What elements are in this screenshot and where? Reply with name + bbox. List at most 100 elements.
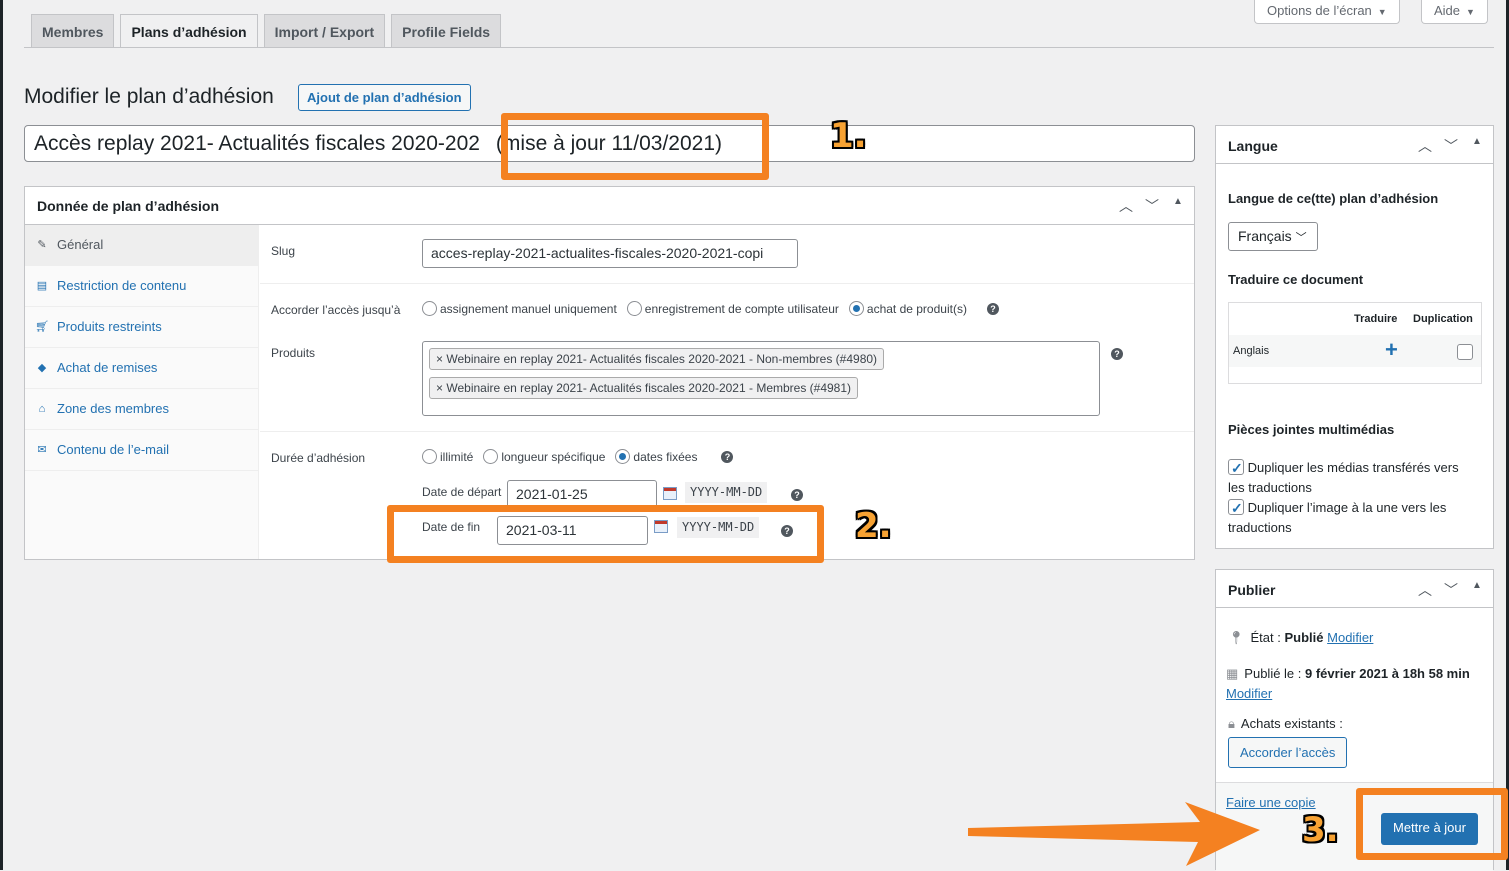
side-tab-restricted-products[interactable]: 🛒︎ Produits restreints — [25, 307, 258, 348]
media-option-label: Dupliquer l’image à la une vers les trad… — [1228, 500, 1447, 535]
screen-options-button[interactable]: Options de l’écran ▼ — [1254, 0, 1400, 24]
side-tab-content-restriction[interactable]: ▤ Restriction de contenu — [25, 266, 258, 307]
plan-data-metabox: Donnée de plan d’adhésion ︿ ﹀ ▲ ✎ Général… — [24, 186, 1195, 560]
slug-input[interactable]: acces-replay-2021-actualites-fiscales-20… — [422, 239, 798, 268]
highlight-box-3 — [1356, 788, 1508, 860]
radio-button[interactable] — [422, 449, 437, 464]
radio-button[interactable] — [422, 301, 437, 316]
purchases-label: Achats existants : — [1240, 716, 1343, 731]
media-option-label: Dupliquer les médias transférés vers les… — [1228, 460, 1459, 495]
status-line: 📍︎ État : Publié Modifier — [1228, 630, 1373, 646]
publish-header: Publier ︿ ﹀ ▲ — [1216, 570, 1493, 608]
published-label: Publié le : — [1244, 666, 1302, 681]
language-select[interactable]: Français ﹀ — [1228, 222, 1318, 251]
start-date-input[interactable]: 2021-01-25 — [507, 480, 657, 508]
toggle-triangle-icon[interactable]: ▲ — [1170, 196, 1186, 216]
edit-status-link[interactable]: Modifier — [1327, 630, 1373, 645]
translation-row: Anglais + — [1229, 335, 1481, 367]
radio-label: achat de produit(s) — [866, 301, 967, 316]
chevron-down-icon[interactable]: ﹀ — [1144, 196, 1160, 216]
chevron-up-icon[interactable]: ︿ — [1417, 580, 1433, 600]
media-option-2[interactable]: Dupliquer l’image à la une vers les trad… — [1228, 498, 1478, 538]
remove-icon[interactable]: × — [436, 381, 443, 395]
checkbox[interactable] — [1228, 498, 1244, 518]
help-icon[interactable]: ? — [1111, 348, 1123, 360]
radio-button[interactable] — [848, 301, 864, 316]
help-icon[interactable]: ? — [721, 450, 734, 463]
checkbox[interactable] — [1228, 458, 1244, 478]
chevron-up-icon[interactable]: ︿ — [1118, 196, 1134, 216]
title-part-1: Accès replay 2021- Actualités fiscales 2… — [34, 132, 480, 155]
radio-label: assignement manuel uniquement — [440, 301, 617, 316]
chevron-down-icon: ﹀ — [1295, 232, 1307, 244]
pin-icon: 📍︎ — [1228, 630, 1245, 645]
calendar-icon: ▦ — [1226, 666, 1239, 681]
publish-title: Publier — [1228, 582, 1276, 598]
help-icon[interactable]: ? — [791, 489, 803, 501]
screen-options-label: Options de l’écran — [1267, 3, 1372, 18]
highlight-box-1 — [501, 113, 769, 180]
language-field-label: Langue de ce(tte) plan d’adhésion — [1228, 191, 1439, 206]
access-option-registration[interactable]: enregistrement de compte utilisateur — [626, 301, 839, 316]
edit-date-link[interactable]: Modifier — [1226, 686, 1272, 701]
status-label: État : — [1250, 630, 1281, 645]
access-option-purchase[interactable]: achat de produit(s) — [848, 301, 967, 316]
highlight-box-2 — [387, 505, 824, 563]
radio-button[interactable] — [626, 301, 642, 316]
add-translation-icon[interactable]: + — [1385, 337, 1398, 363]
toggle-triangle-icon[interactable]: ▲ — [1469, 136, 1485, 156]
date-format-hint: YYYY-MM-DD — [685, 482, 768, 503]
products-select[interactable]: × Webinaire en replay 2021- Actualités f… — [422, 341, 1100, 416]
duration-option-unlimited[interactable]: illimité — [422, 449, 473, 464]
remove-icon[interactable]: × — [436, 352, 443, 366]
side-tab-discounts[interactable]: ◆ Achat de remises — [25, 348, 258, 389]
media-heading: Pièces jointes multimédias — [1228, 422, 1395, 437]
annotation-2: 2. — [855, 506, 892, 546]
duplicate-checkbox[interactable] — [1457, 344, 1473, 360]
grant-access-button[interactable]: Accorder l’accès — [1228, 737, 1348, 768]
access-option-manual[interactable]: assignement manuel uniquement — [422, 301, 617, 316]
side-tab-label: Contenu de l’e-mail — [57, 442, 170, 457]
duration-option-length[interactable]: longueur spécifique — [483, 449, 605, 464]
help-icon[interactable]: ? — [986, 302, 999, 315]
language-header: Langue ︿ ﹀ ▲ — [1216, 126, 1493, 164]
tab-import-export[interactable]: Import / Export — [263, 14, 386, 48]
radio-label: dates fixées — [633, 449, 698, 464]
published-line: ▦ Publié le : 9 février 2021 à 18h 58 min… — [1226, 664, 1488, 704]
cart-icon: 🛒︎ — [35, 321, 49, 333]
calendar-icon[interactable] — [663, 487, 677, 500]
side-tab-email-content[interactable]: ✉ Contenu de l’e-mail — [25, 430, 258, 471]
tag-icon: ◆ — [37, 362, 47, 374]
access-row: Accorder l’accès jusqu’à assignement man… — [260, 284, 1194, 432]
annotation-3: 3. — [1302, 810, 1339, 850]
chevron-up-icon[interactable]: ︿ — [1417, 136, 1433, 156]
chevron-down-icon[interactable]: ﹀ — [1443, 580, 1459, 600]
language-select-value: Français — [1238, 228, 1292, 244]
side-tab-label: Achat de remises — [57, 360, 158, 375]
help-label: Aide — [1434, 3, 1461, 18]
toggle-triangle-icon[interactable]: ▲ — [1469, 580, 1485, 600]
product-chip-label: Webinaire en replay 2021- Actualités fis… — [446, 352, 878, 366]
duration-option-fixed[interactable]: dates fixées — [615, 449, 697, 464]
lock-icon: 🔒︎ — [1228, 716, 1235, 731]
add-plan-button[interactable]: Ajout de plan d’adhésion — [298, 84, 471, 111]
tabs-divider — [24, 47, 1494, 48]
tab-profile-fields[interactable]: Profile Fields — [391, 14, 502, 48]
media-option-1[interactable]: Dupliquer les médias transférés vers les… — [1228, 458, 1478, 498]
translation-language: Anglais — [1233, 345, 1270, 357]
metabox-header: Donnée de plan d’adhésion ︿ ﹀ ▲ — [25, 187, 1194, 225]
side-tab-members-area[interactable]: ⌂ Zone des membres — [25, 389, 258, 430]
tab-membres[interactable]: Membres — [31, 14, 115, 48]
help-button[interactable]: Aide ▼ — [1421, 0, 1488, 24]
page-title: Modifier le plan d’adhésion — [24, 85, 274, 108]
slug-row: Slug acces-replay-2021-actualites-fiscal… — [260, 225, 1194, 284]
radio-button[interactable] — [615, 449, 631, 464]
products-label: Produits — [271, 346, 316, 360]
tab-plans[interactable]: Plans d’adhésion — [120, 14, 258, 48]
chevron-down-icon[interactable]: ﹀ — [1443, 136, 1459, 156]
radio-button[interactable] — [483, 449, 499, 464]
email-icon: ✉ — [37, 444, 47, 456]
side-tab-general[interactable]: ✎ Général — [25, 225, 258, 266]
side-tab-label: Restriction de contenu — [57, 278, 187, 293]
radio-label: longueur spécifique — [501, 449, 606, 464]
